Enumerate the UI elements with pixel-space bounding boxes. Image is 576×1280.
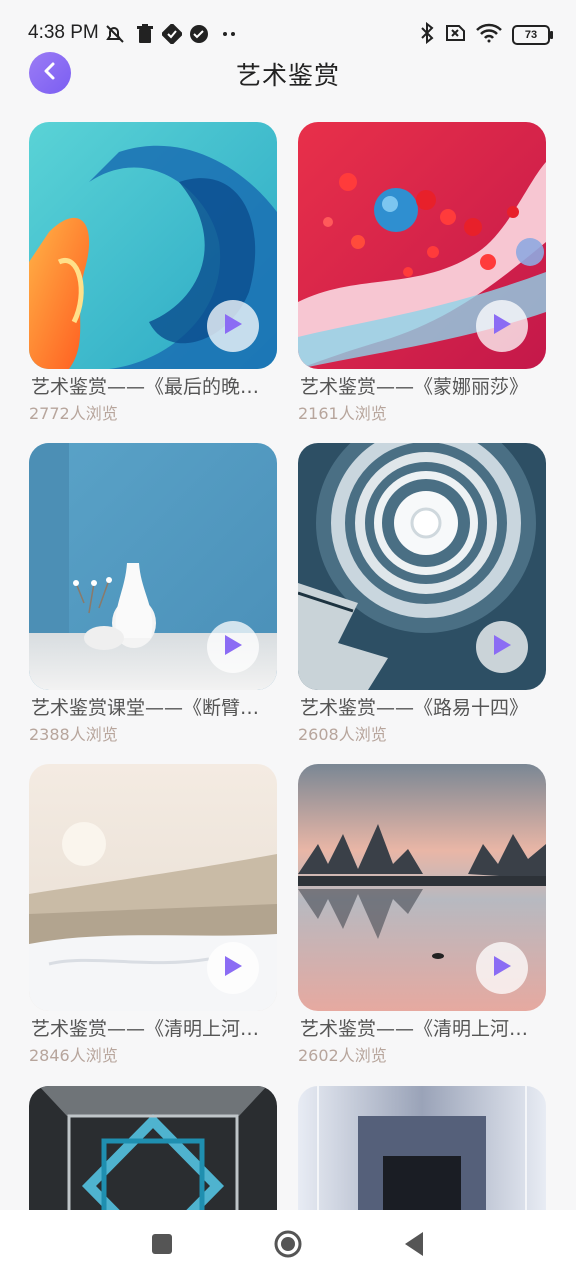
view-count: 2602人浏览 bbox=[298, 1046, 387, 1065]
play-icon bbox=[222, 633, 244, 661]
video-grid: 艺术鉴赏——《最后的晚餐》 2772人浏览 艺术鉴赏——《蒙娜丽莎》 2161人… bbox=[0, 0, 576, 1210]
video-thumbnail[interactable] bbox=[29, 764, 277, 1011]
play-button[interactable] bbox=[476, 300, 528, 352]
triangle-back-icon bbox=[403, 1231, 425, 1261]
video-thumbnail[interactable] bbox=[298, 764, 546, 1011]
play-button[interactable] bbox=[476, 621, 528, 673]
play-icon bbox=[491, 954, 513, 982]
play-button[interactable] bbox=[207, 942, 259, 994]
video-title: 艺术鉴赏——《蒙娜丽莎》 bbox=[300, 376, 529, 398]
video-thumbnail[interactable] bbox=[298, 1086, 546, 1210]
play-button[interactable] bbox=[207, 621, 259, 673]
play-icon bbox=[491, 633, 513, 661]
video-thumbnail[interactable] bbox=[29, 1086, 277, 1210]
video-thumbnail[interactable] bbox=[29, 443, 277, 690]
circle-icon bbox=[273, 1229, 303, 1263]
system-back-button[interactable] bbox=[396, 1228, 432, 1264]
video-title: 艺术鉴赏课堂——《断臂的维纳斯》 bbox=[31, 697, 277, 719]
play-button[interactable] bbox=[207, 300, 259, 352]
recent-apps-button[interactable] bbox=[144, 1228, 180, 1264]
view-count: 2161人浏览 bbox=[298, 404, 387, 423]
video-title: 艺术鉴赏——《路易十四》 bbox=[300, 697, 529, 719]
play-button[interactable] bbox=[476, 942, 528, 994]
system-nav-bar bbox=[0, 1210, 576, 1280]
view-count: 2772人浏览 bbox=[29, 404, 118, 423]
video-thumbnail[interactable] bbox=[298, 443, 546, 690]
video-title: 艺术鉴赏——《最后的晚餐》 bbox=[31, 376, 277, 398]
play-icon bbox=[222, 312, 244, 340]
view-count: 2846人浏览 bbox=[29, 1046, 118, 1065]
view-count: 2388人浏览 bbox=[29, 725, 118, 744]
video-thumbnail[interactable] bbox=[298, 122, 546, 369]
video-title: 艺术鉴赏——《清明上河图》 bbox=[31, 1018, 277, 1040]
play-icon bbox=[491, 312, 513, 340]
view-count: 2608人浏览 bbox=[298, 725, 387, 744]
video-title: 艺术鉴赏——《清明上河图》 bbox=[300, 1018, 546, 1040]
play-icon bbox=[222, 954, 244, 982]
home-button[interactable] bbox=[270, 1228, 306, 1264]
video-thumbnail[interactable] bbox=[29, 122, 277, 369]
square-icon bbox=[151, 1233, 173, 1259]
